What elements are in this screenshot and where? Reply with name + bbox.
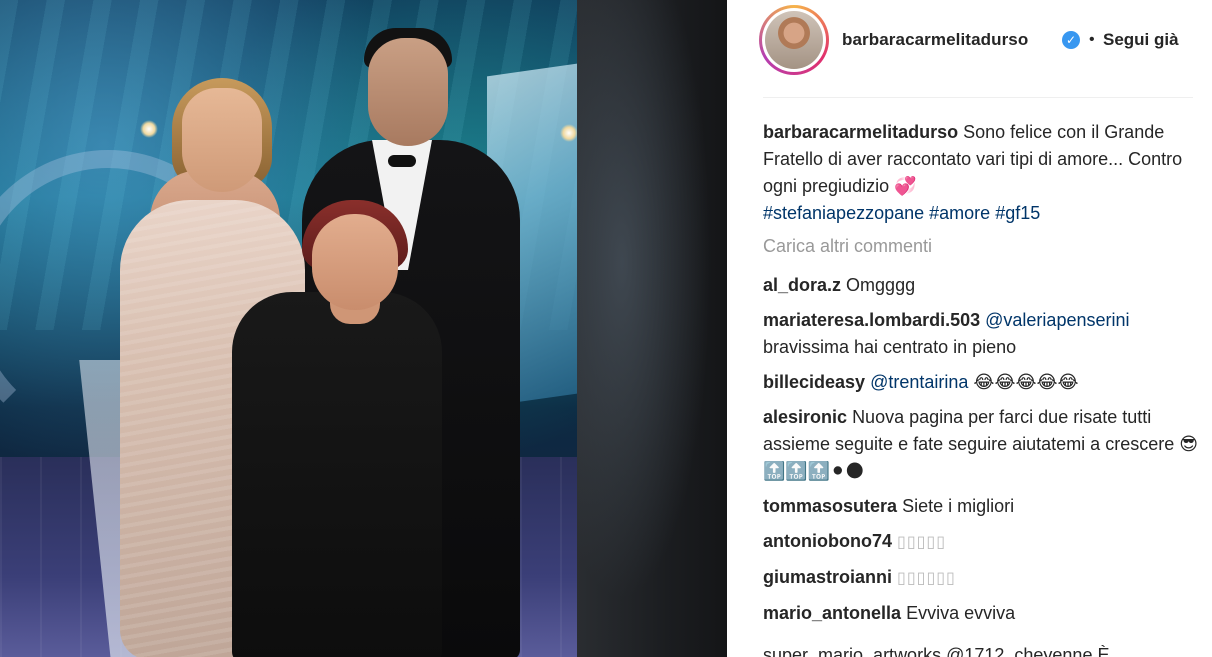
comments-panel: barbaracarmelitadurso ✓ • Segui già barb…	[727, 0, 1212, 657]
comment-text: Omgggg	[846, 275, 916, 295]
comment-text: 😂😂😂😂😂	[973, 372, 1079, 392]
stage-bulb	[140, 120, 158, 138]
verified-badge-icon: ✓	[1062, 31, 1080, 49]
header-username[interactable]: barbaracarmelitadurso	[842, 30, 1028, 50]
comment-text: ▯▯▯▯▯▯	[897, 570, 956, 587]
man-head	[368, 38, 448, 146]
comment-username[interactable]: alesironic	[763, 407, 847, 427]
comment: mariateresa.lombardi.503 @valeriapenseri…	[763, 307, 1203, 361]
comment: antoniobono74 ▯▯▯▯▯	[763, 528, 1203, 556]
load-more-comments[interactable]: Carica altri commenti	[763, 233, 1203, 260]
blurred-background	[577, 0, 727, 657]
follow-button[interactable]: Segui già	[1103, 30, 1179, 50]
comment-username[interactable]: tommasosutera	[763, 496, 897, 516]
comment: tommasosutera Siete i migliori	[763, 493, 1203, 520]
stage-bulb	[560, 124, 577, 142]
comment-username[interactable]: antoniobono74	[763, 531, 892, 551]
hashtag[interactable]: #gf15	[995, 203, 1040, 223]
comment-username[interactable]: mariateresa.lombardi.503	[763, 310, 980, 330]
comment-text: ▯▯▯▯▯	[897, 534, 947, 551]
hashtag[interactable]: #stefaniapezzopane	[763, 203, 924, 223]
profile-photo	[765, 11, 823, 69]
post-header: barbaracarmelitadurso ✓ • Segui già	[727, 0, 1212, 97]
comment: giumastroianni ▯▯▯▯▯▯	[763, 564, 1203, 592]
comment-text: Siete i migliori	[902, 496, 1015, 516]
comment-text: Evviva evviva	[906, 603, 1016, 623]
comment-mention[interactable]: @trentairina	[870, 372, 968, 392]
comment-username[interactable]: mario_antonella	[763, 603, 901, 623]
second-woman-head	[312, 214, 398, 310]
caption: barbaracarmelitadurso Sono felice con il…	[763, 119, 1203, 227]
woman-head	[182, 88, 262, 192]
comment-username[interactable]: al_dora.z	[763, 275, 841, 295]
second-woman-figure	[232, 292, 442, 657]
bow-tie	[388, 155, 416, 167]
comment: billecideasy @trentairina 😂😂😂😂😂	[763, 369, 1203, 396]
post-photo[interactable]	[0, 0, 577, 657]
comment: al_dora.z Omgggg	[763, 272, 1203, 299]
comment-text: bravissima hai centrato in pieno	[763, 337, 1017, 357]
divider	[763, 97, 1193, 98]
hashtag[interactable]: #amore	[929, 203, 990, 223]
comment-username[interactable]: billecideasy	[763, 372, 865, 392]
comment-username[interactable]: giumastroianni	[763, 567, 892, 587]
comments-list: barbaracarmelitadurso Sono felice con il…	[763, 119, 1203, 635]
comment: mario_antonella Evviva evviva	[763, 600, 1203, 627]
avatar[interactable]	[759, 5, 829, 75]
caption-username[interactable]: barbaracarmelitadurso	[763, 122, 958, 142]
separator-dot: •	[1089, 31, 1095, 48]
comment-mention[interactable]: @valeriapenserini	[985, 310, 1129, 330]
comment: alesironic Nuova pagina per farci due ri…	[763, 404, 1203, 485]
partial-comment: super_mario_artworks @1712_cheyenne È	[763, 645, 1110, 657]
